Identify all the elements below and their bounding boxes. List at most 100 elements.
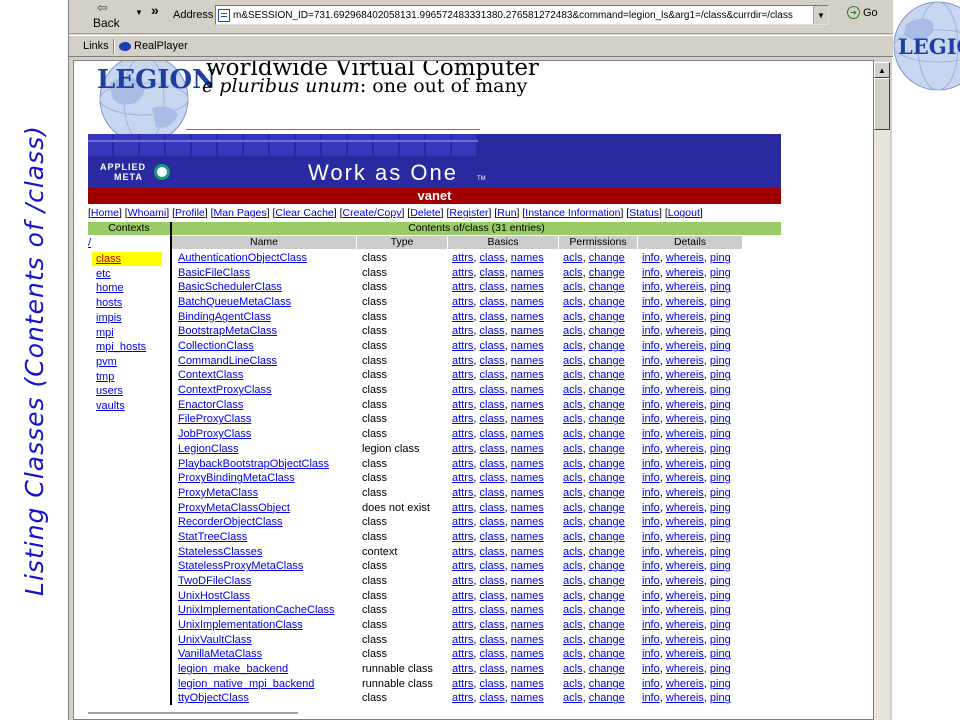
details-link-2[interactable]: ping (710, 619, 731, 631)
basics-link-2[interactable]: names (511, 546, 544, 558)
details-link-1[interactable]: whereis (666, 281, 704, 293)
basics-link-0[interactable]: attrs (452, 369, 473, 381)
back-button[interactable]: ⇦ Back ▼ (87, 0, 147, 34)
basics-link-1[interactable]: class (480, 678, 505, 690)
permissions-link-1[interactable]: change (589, 281, 625, 293)
menu-link-11[interactable]: Logout (668, 207, 700, 219)
menu-link-5[interactable]: Create/Copy (343, 207, 402, 219)
basics-link-0[interactable]: attrs (452, 267, 473, 279)
basics-link-1[interactable]: class (480, 634, 505, 646)
class-name-link[interactable]: RecorderObjectClass (178, 515, 283, 529)
basics-link-0[interactable]: attrs (452, 692, 473, 704)
permissions-link-0[interactable]: acls (563, 692, 583, 704)
details-link-0[interactable]: info (642, 458, 660, 470)
permissions-link-0[interactable]: acls (563, 413, 583, 425)
permissions-link-0[interactable]: acls (563, 487, 583, 499)
details-link-2[interactable]: ping (710, 281, 731, 293)
details-link-1[interactable]: whereis (666, 487, 704, 499)
basics-link-2[interactable]: names (511, 472, 544, 484)
details-link-0[interactable]: info (642, 311, 660, 323)
class-name-link[interactable]: ContextProxyClass (178, 383, 272, 397)
class-name-link[interactable]: EnactorClass (178, 398, 243, 412)
permissions-link-1[interactable]: change (589, 384, 625, 396)
details-link-0[interactable]: info (642, 413, 660, 425)
context-item-tmp[interactable]: tmp (92, 370, 162, 384)
permissions-link-1[interactable]: change (589, 692, 625, 704)
basics-link-2[interactable]: names (511, 311, 544, 323)
details-link-0[interactable]: info (642, 692, 660, 704)
details-link-0[interactable]: info (642, 355, 660, 367)
details-link-0[interactable]: info (642, 604, 660, 616)
menu-link-2[interactable]: Profile (175, 207, 205, 219)
permissions-link-0[interactable]: acls (563, 458, 583, 470)
details-link-2[interactable]: ping (710, 634, 731, 646)
basics-link-2[interactable]: names (511, 369, 544, 381)
details-link-0[interactable]: info (642, 472, 660, 484)
context-item-users[interactable]: users (92, 384, 162, 398)
scroll-up-icon[interactable]: ▲ (874, 62, 890, 78)
permissions-link-0[interactable]: acls (563, 399, 583, 411)
permissions-link-1[interactable]: change (589, 678, 625, 690)
class-name-link[interactable]: ttyObjectClass (178, 691, 249, 705)
permissions-link-0[interactable]: acls (563, 546, 583, 558)
basics-link-0[interactable]: attrs (452, 340, 473, 352)
permissions-link-0[interactable]: acls (563, 369, 583, 381)
class-name-link[interactable]: PlaybackBootstrapObjectClass (178, 457, 329, 471)
permissions-link-1[interactable]: change (589, 252, 625, 264)
details-link-2[interactable]: ping (710, 678, 731, 690)
permissions-link-0[interactable]: acls (563, 560, 583, 572)
basics-link-2[interactable]: names (511, 648, 544, 660)
menu-link-6[interactable]: Delete (410, 207, 440, 219)
basics-link-1[interactable]: class (480, 458, 505, 470)
details-link-0[interactable]: info (642, 516, 660, 528)
address-input[interactable] (233, 9, 813, 21)
details-link-0[interactable]: info (642, 502, 660, 514)
basics-link-1[interactable]: class (480, 325, 505, 337)
basics-link-2[interactable]: names (511, 384, 544, 396)
basics-link-0[interactable]: attrs (452, 399, 473, 411)
permissions-link-0[interactable]: acls (563, 663, 583, 675)
permissions-link-1[interactable]: change (589, 296, 625, 308)
basics-link-1[interactable]: class (480, 590, 505, 602)
permissions-link-1[interactable]: change (589, 355, 625, 367)
details-link-0[interactable]: info (642, 267, 660, 279)
permissions-link-0[interactable]: acls (563, 340, 583, 352)
details-link-0[interactable]: info (642, 663, 660, 675)
details-link-0[interactable]: info (642, 560, 660, 572)
back-dropdown-icon[interactable]: ▼ (135, 8, 143, 17)
details-link-1[interactable]: whereis (666, 531, 704, 543)
menu-link-1[interactable]: Whoami (128, 207, 167, 219)
context-item-etc[interactable]: etc (92, 267, 162, 281)
basics-link-0[interactable]: attrs (452, 281, 473, 293)
details-link-1[interactable]: whereis (666, 472, 704, 484)
details-link-1[interactable]: whereis (666, 384, 704, 396)
basics-link-1[interactable]: class (480, 296, 505, 308)
permissions-link-1[interactable]: change (589, 516, 625, 528)
details-link-2[interactable]: ping (710, 413, 731, 425)
details-link-1[interactable]: whereis (666, 252, 704, 264)
class-name-link[interactable]: BootstrapMetaClass (178, 324, 277, 338)
basics-link-1[interactable]: class (480, 384, 505, 396)
basics-link-0[interactable]: attrs (452, 311, 473, 323)
details-link-2[interactable]: ping (710, 325, 731, 337)
details-link-1[interactable]: whereis (666, 458, 704, 470)
details-link-2[interactable]: ping (710, 487, 731, 499)
address-bar[interactable]: ▼ (215, 5, 829, 25)
permissions-link-1[interactable]: change (589, 487, 625, 499)
details-link-2[interactable]: ping (710, 663, 731, 675)
basics-link-1[interactable]: class (480, 619, 505, 631)
details-link-0[interactable]: info (642, 384, 660, 396)
basics-link-1[interactable]: class (480, 443, 505, 455)
details-link-1[interactable]: whereis (666, 369, 704, 381)
basics-link-2[interactable]: names (511, 325, 544, 337)
basics-link-2[interactable]: names (511, 252, 544, 264)
details-link-1[interactable]: whereis (666, 619, 704, 631)
class-name-link[interactable]: ContextClass (178, 368, 243, 382)
basics-link-1[interactable]: class (480, 413, 505, 425)
basics-link-1[interactable]: class (480, 575, 505, 587)
basics-link-1[interactable]: class (480, 546, 505, 558)
details-link-1[interactable]: whereis (666, 296, 704, 308)
permissions-link-0[interactable]: acls (563, 604, 583, 616)
details-link-2[interactable]: ping (710, 458, 731, 470)
basics-link-1[interactable]: class (480, 531, 505, 543)
